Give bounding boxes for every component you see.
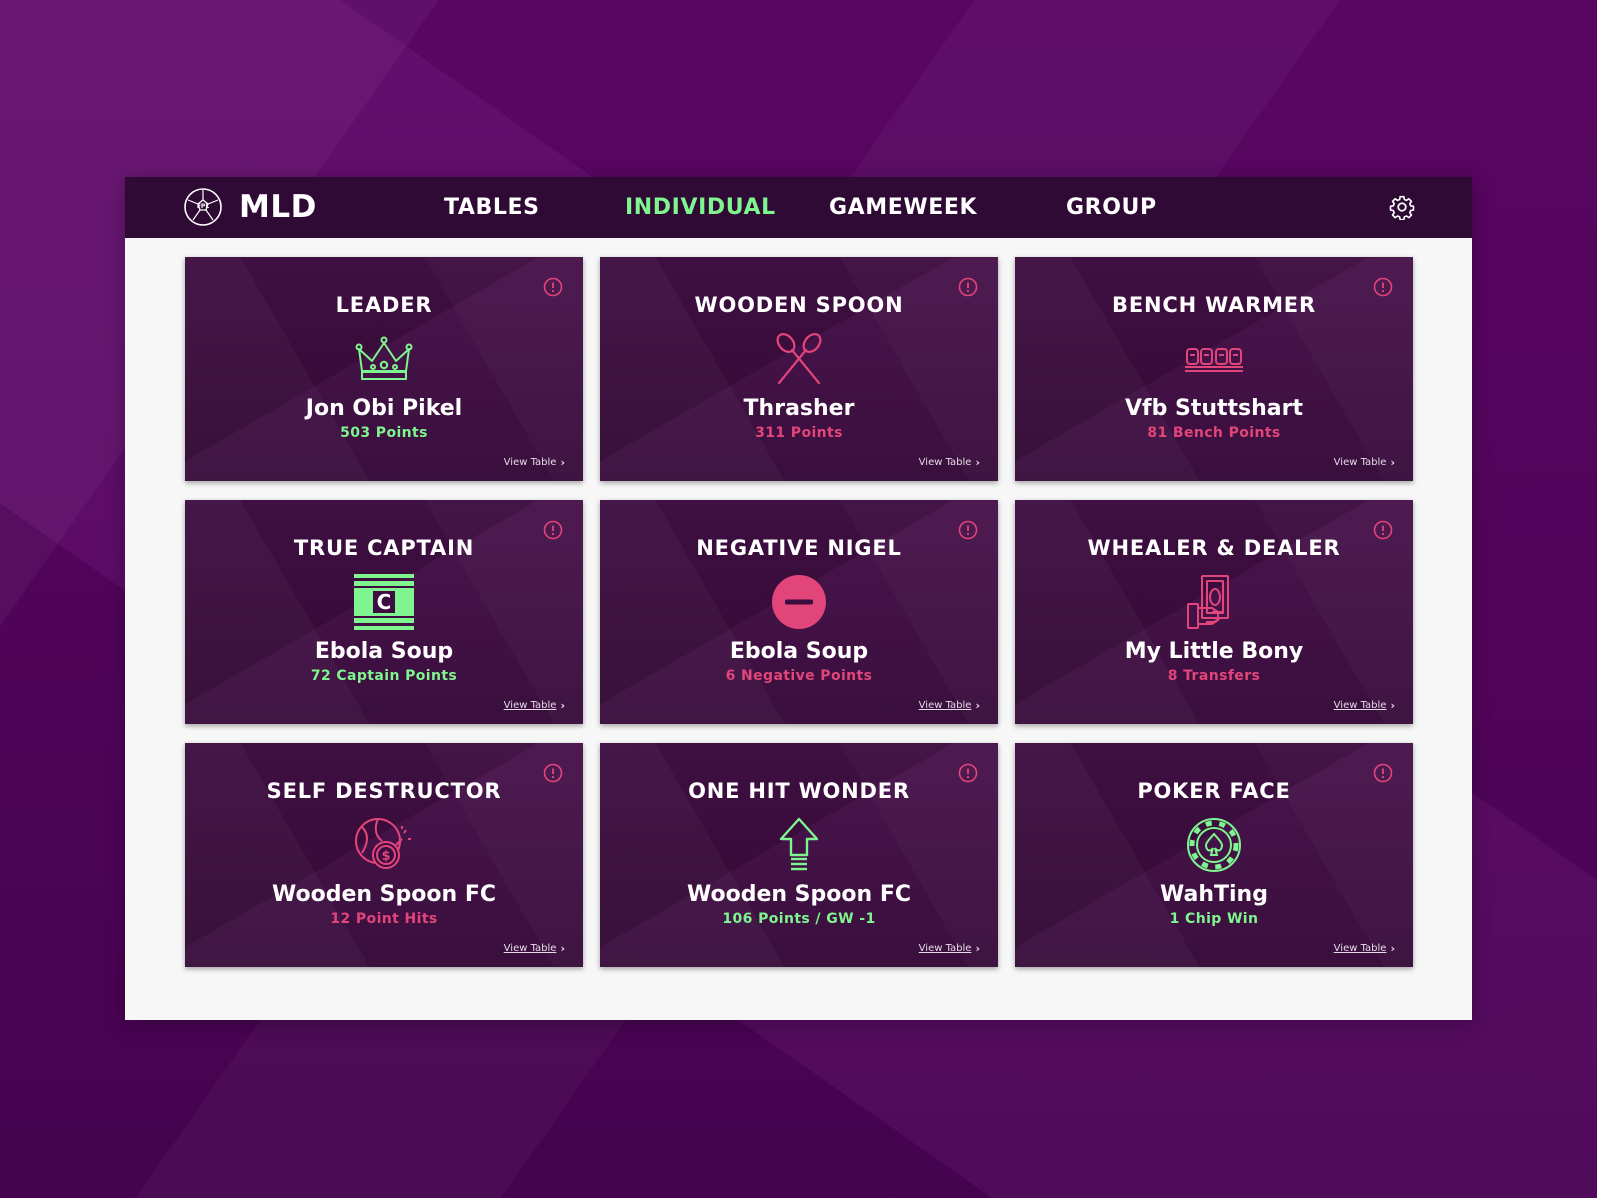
award-card-true-captain: TRUE CAPTAIN C Ebola Soup 72 Captain Poi…	[185, 500, 583, 724]
winner-stat: 1 Chip Win	[1169, 911, 1259, 927]
winner-name: WahTing	[1160, 882, 1268, 907]
chevron-right-icon: ›	[560, 942, 565, 955]
card-title: TRUE CAPTAIN	[293, 536, 475, 560]
bench-seats-icon	[1182, 331, 1246, 387]
winner-name: Ebola Soup	[729, 639, 869, 664]
view-table-link[interactable]: View Table ›	[919, 456, 980, 469]
app-name: MLD	[239, 189, 317, 225]
award-card-leader: LEADER Jon Obi Pikel 503 Points View Tab…	[185, 257, 583, 481]
view-table-link[interactable]: View Table ›	[919, 942, 980, 955]
winner-name: Jon Obi Pikel	[305, 396, 463, 421]
winner-stat: 311 Points	[755, 425, 843, 441]
winner-name: Wooden Spoon FC	[686, 882, 912, 907]
winner-stat: 106 Points / GW -1	[722, 911, 876, 927]
winner-name: Ebola Soup	[314, 639, 454, 664]
card-title: NEGATIVE NIGEL	[696, 536, 902, 560]
winner-stat: 6 Negative Points	[725, 668, 873, 684]
view-table-link[interactable]: View Table ›	[1334, 456, 1395, 469]
top-navbar: FPL MLD TABLES INDIVIDUAL GAMEWEEK GROUP	[125, 177, 1472, 238]
award-card-whealer-dealer: WHEALER & DEALER My Little Bony 8 Transf…	[1015, 500, 1413, 724]
nav-individual[interactable]: INDIVIDUAL	[625, 195, 776, 220]
winner-name: Thrasher	[743, 396, 855, 421]
fpl-ball-icon: FPL	[184, 188, 222, 226]
ball-money-bomb-icon: $	[352, 817, 416, 873]
crown-icon	[352, 331, 416, 387]
cash-in-hand-icon	[1182, 574, 1246, 630]
nav-tables[interactable]: TABLES	[444, 195, 540, 220]
chevron-right-icon: ›	[1390, 699, 1395, 712]
up-arrow-icon	[767, 817, 831, 873]
app-window: FPL MLD TABLES INDIVIDUAL GAMEWEEK GROUP…	[125, 177, 1472, 1020]
award-card-self-destructor: SELF DESTRUCTOR $ Wooden Spoon FC 12 Poi…	[185, 743, 583, 967]
card-title: POKER FACE	[1137, 779, 1291, 803]
award-card-negative-nigel: NEGATIVE NIGEL Ebola Soup 6 Negative Poi…	[600, 500, 998, 724]
card-title: LEADER	[335, 293, 433, 317]
poker-chip-icon	[1182, 817, 1246, 873]
card-title: SELF DESTRUCTOR	[266, 779, 502, 803]
chevron-right-icon: ›	[975, 456, 980, 469]
card-title: WOODEN SPOON	[694, 293, 904, 317]
award-card-wooden-spoon: WOODEN SPOON Thrasher 311 Points View Ta…	[600, 257, 998, 481]
winner-name: My Little Bony	[1124, 639, 1304, 664]
winner-name: Vfb Stuttshart	[1124, 396, 1304, 421]
minus-circle-icon	[767, 574, 831, 630]
view-table-link[interactable]: View Table ›	[504, 699, 565, 712]
nav-gameweek[interactable]: GAMEWEEK	[829, 195, 977, 220]
award-card-one-hit-wonder: ONE HIT WONDER Wooden Spoon FC 106 Point…	[600, 743, 998, 967]
view-table-link[interactable]: View Table ›	[504, 456, 565, 469]
card-title: ONE HIT WONDER	[688, 779, 910, 803]
svg-text:$: $	[381, 849, 390, 864]
winner-stat: 72 Captain Points	[310, 668, 458, 684]
winner-stat: 12 Point Hits	[330, 911, 438, 927]
view-table-link[interactable]: View Table ›	[1334, 942, 1395, 955]
view-table-link[interactable]: View Table ›	[1334, 699, 1395, 712]
award-card-bench-warmer: BENCH WARMER Vfb Stuttshart 81 Bench Poi…	[1015, 257, 1413, 481]
svg-text:C: C	[377, 590, 392, 614]
crossed-spoons-icon	[767, 331, 831, 387]
awards-grid: LEADER Jon Obi Pikel 503 Points View Tab…	[185, 257, 1413, 967]
winner-stat: 81 Bench Points	[1147, 425, 1281, 441]
chevron-right-icon: ›	[560, 456, 565, 469]
svg-text:FPL: FPL	[197, 203, 209, 210]
brand[interactable]: FPL MLD	[183, 187, 317, 227]
chevron-right-icon: ›	[975, 942, 980, 955]
chevron-right-icon: ›	[1390, 456, 1395, 469]
card-title: BENCH WARMER	[1112, 293, 1316, 317]
view-table-link[interactable]: View Table ›	[504, 942, 565, 955]
award-card-poker-face: POKER FACE WahTing 1 Chip Win View Table…	[1015, 743, 1413, 967]
winner-name: Wooden Spoon FC	[271, 882, 497, 907]
card-title: WHEALER & DEALER	[1087, 536, 1341, 560]
winner-stat: 8 Transfers	[1167, 668, 1261, 684]
gear-icon[interactable]	[1389, 194, 1415, 220]
chevron-right-icon: ›	[975, 699, 980, 712]
nav-group[interactable]: GROUP	[1066, 195, 1157, 220]
chevron-right-icon: ›	[560, 699, 565, 712]
view-table-link[interactable]: View Table ›	[919, 699, 980, 712]
winner-stat: 503 Points	[340, 425, 428, 441]
captain-armband-icon: C	[352, 574, 416, 630]
chevron-right-icon: ›	[1390, 942, 1395, 955]
